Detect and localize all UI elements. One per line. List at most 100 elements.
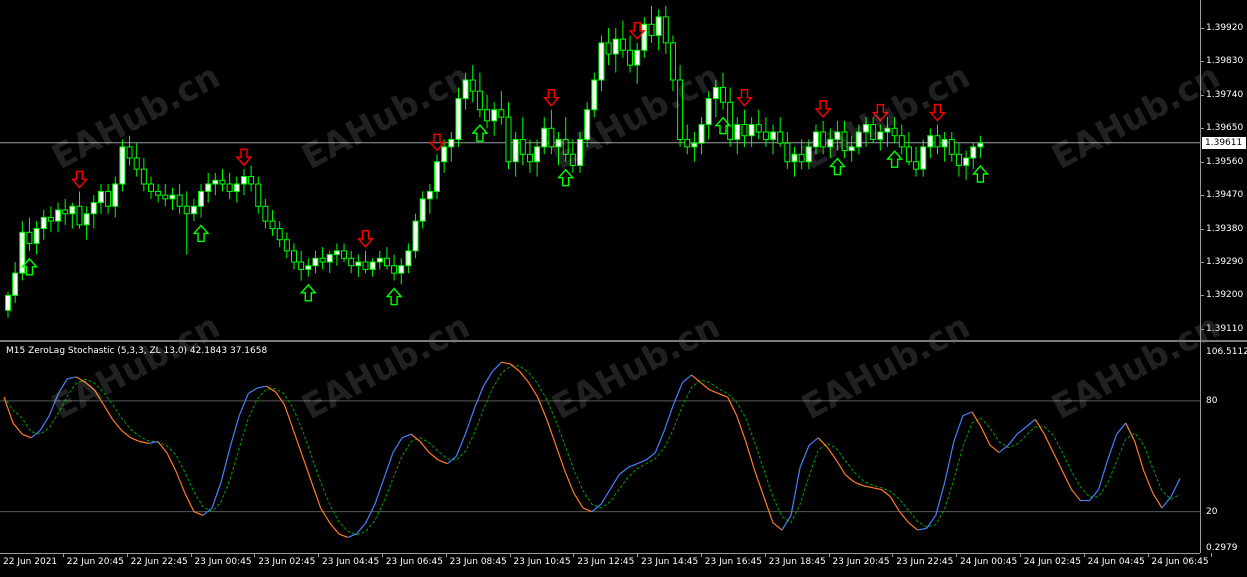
time-tick <box>637 553 639 557</box>
time-label: 22 Jun 20:45 <box>66 557 124 567</box>
stochastic-main-segment <box>301 456 313 483</box>
stochastic-main-segment <box>944 441 955 483</box>
candle-body <box>326 254 333 263</box>
candle-body <box>233 183 240 192</box>
candle-body <box>448 138 455 148</box>
stochastic-main-segment <box>989 444 1000 454</box>
stochastic-main-segment <box>682 374 692 383</box>
candle-body <box>205 183 212 192</box>
candle-body <box>398 265 405 274</box>
stochastic-main-segment <box>890 496 901 512</box>
chart-window[interactable]: EAHub.cn EAHub.cn EAHub.cn EAHub.cn EAHub.cn… <box>0 0 1247 577</box>
time-label: 24 Jun 02:45 <box>1023 557 1081 567</box>
stochastic-main-segment <box>311 481 322 509</box>
candle-body <box>641 23 648 51</box>
candle-body <box>105 190 112 207</box>
stochastic-main-segment <box>736 415 747 442</box>
stochastic-main-segment <box>799 444 810 468</box>
stochastic-main-segment <box>21 433 32 439</box>
pane-separator[interactable] <box>0 340 1247 342</box>
price-label: 1.39380 <box>1206 223 1244 234</box>
candle-body <box>662 16 669 44</box>
stochastic-main-segment <box>1116 422 1127 435</box>
candle-body <box>791 153 798 163</box>
candle-body <box>655 16 662 36</box>
candle-body <box>684 138 691 148</box>
candle-body <box>90 202 97 215</box>
candle-body <box>963 157 970 166</box>
time-tick <box>445 553 447 557</box>
candle-body <box>913 161 920 170</box>
stochastic-main-segment <box>130 437 140 443</box>
stochastic-main-segment <box>1043 433 1054 453</box>
candle-body <box>5 294 11 311</box>
stochastic-main-segment <box>763 496 774 523</box>
time-label: 24 Jun 00:45 <box>960 557 1018 567</box>
candle-body <box>426 190 433 200</box>
candle-body <box>148 183 154 192</box>
chart-canvas: EAHub.cn EAHub.cn EAHub.cn EAHub.cn EAHub.cn… <box>0 5 1227 539</box>
stochastic-main-segment <box>1134 441 1145 472</box>
candle-body <box>691 142 698 148</box>
price-label: 1.39560 <box>1206 156 1244 167</box>
time-label: 23 Jun 00:45 <box>194 557 252 567</box>
price-tick <box>1200 328 1204 330</box>
sell-arrow-icon <box>356 230 375 248</box>
candle-body <box>484 109 491 122</box>
candle-body <box>505 116 512 163</box>
stochastic-main-segment <box>546 419 557 446</box>
time-tick <box>382 553 383 557</box>
price-tick <box>1200 195 1204 197</box>
price-tick <box>1200 295 1204 297</box>
stochastic-main-segment <box>519 371 530 383</box>
watermark-text: EAHub.cn <box>545 56 726 178</box>
candle-body <box>362 261 369 270</box>
candle-body <box>648 23 655 36</box>
stochastic-main-segment <box>582 507 593 513</box>
buy-arrow-icon <box>971 164 989 183</box>
stochastic-main-segment <box>1125 422 1136 442</box>
candle-body <box>212 179 219 185</box>
stochastic-main-segment <box>247 387 258 395</box>
stochastic-main-segment <box>401 433 412 439</box>
stochastic-main-segment <box>727 396 738 416</box>
candle-body <box>705 98 712 126</box>
candle-body <box>383 257 390 267</box>
watermark-text: EAHub.cn <box>795 306 976 428</box>
price-label: 1.39290 <box>1206 257 1244 267</box>
candle-body <box>591 79 598 111</box>
stochastic-main-segment <box>320 507 331 524</box>
stochastic-main-segment <box>872 487 882 491</box>
price-label: 1.39920 <box>1206 23 1244 33</box>
candle-body <box>519 138 526 155</box>
watermark-text: EAHub.cn <box>45 306 226 428</box>
stochastic-main-segment <box>709 389 719 395</box>
candle-body <box>305 265 312 270</box>
stochastic-main-segment <box>1025 418 1036 428</box>
time-label: 23 Jun 12:45 <box>577 557 635 567</box>
stochastic-main-segment <box>1070 489 1081 501</box>
time-label: 23 Jun 08:45 <box>449 557 507 567</box>
candle-body <box>598 42 605 81</box>
candle-body <box>262 205 269 222</box>
candle-body <box>33 228 40 244</box>
time-tick <box>701 553 702 557</box>
price-label: 1.39200 <box>1206 290 1244 301</box>
stochastic-main-segment <box>383 452 394 479</box>
candle-body <box>155 190 162 196</box>
candle-body <box>627 49 634 66</box>
candle-body <box>605 42 612 55</box>
stochastic-main-segment <box>908 522 919 531</box>
candle-body <box>97 190 104 204</box>
candle-body <box>133 157 140 170</box>
stochastic-main-segment <box>718 392 728 398</box>
candle-body <box>198 190 205 207</box>
candle-body <box>391 265 398 274</box>
stochastic-main-segment <box>229 415 240 448</box>
candle-body <box>341 250 348 259</box>
watermark-text: EAHub.cn <box>295 306 476 428</box>
stochastic-main-segment <box>854 481 864 487</box>
candle-body <box>119 146 126 185</box>
time-tick <box>318 553 320 557</box>
candle-body <box>927 135 934 148</box>
